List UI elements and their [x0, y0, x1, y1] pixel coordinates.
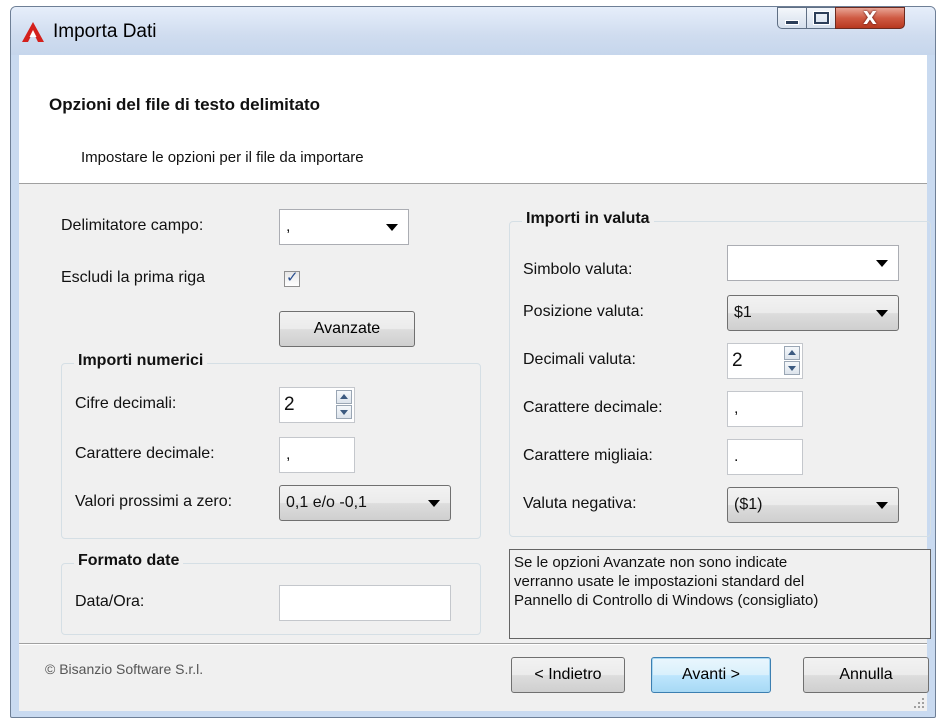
copyright-text: © Bisanzio Software S.r.l. — [45, 661, 204, 677]
chevron-down-icon — [876, 260, 888, 267]
skip-first-row-label: Escludi la prima riga — [61, 269, 206, 286]
currency-decimal-char-value: , — [734, 400, 739, 417]
header-subtitle: Impostare le opzioni per il file da impo… — [81, 149, 364, 166]
datetime-label: Data/Ora: — [75, 593, 145, 610]
datetime-input[interactable] — [279, 585, 451, 621]
stepper-down-icon[interactable] — [336, 405, 352, 419]
header-title: Opzioni del file di testo delimitato — [49, 95, 321, 114]
back-button[interactable]: < Indietro — [511, 657, 625, 693]
advanced-button[interactable]: Avanzate — [279, 311, 415, 347]
currency-decimals-stepper[interactable]: 2 — [727, 343, 803, 379]
currency-position-value: $1 — [734, 304, 752, 321]
stepper-up-icon[interactable] — [784, 346, 800, 360]
currency-decimal-char-label: Carattere decimale: — [523, 399, 663, 416]
negative-currency-label: Valuta negativa: — [523, 495, 637, 512]
chevron-down-icon — [428, 500, 440, 507]
cancel-button[interactable]: Annulla — [803, 657, 929, 693]
negative-currency-dropdown[interactable]: ($1) — [727, 487, 899, 523]
thousands-char-value: . — [734, 448, 739, 465]
checkmark-icon: ✓ — [286, 268, 299, 286]
skip-first-row-checkbox[interactable]: ✓ — [284, 268, 300, 287]
chevron-down-icon — [876, 502, 888, 509]
near-zero-label: Valori prossimi a zero: — [75, 493, 233, 510]
thousands-char-input[interactable]: . — [727, 439, 803, 475]
thousands-char-label: Carattere migliaia: — [523, 447, 653, 464]
minimize-icon — [785, 19, 799, 25]
decimal-char-value: , — [286, 446, 291, 463]
stepper-buttons — [784, 346, 800, 376]
currency-decimal-char-input[interactable]: , — [727, 391, 803, 427]
currency-position-label: Posizione valuta: — [523, 303, 644, 320]
close-button[interactable]: X — [835, 7, 905, 29]
next-button[interactable]: Avanti > — [651, 657, 771, 693]
chevron-down-icon — [386, 224, 398, 231]
delimiter-value: , — [286, 218, 291, 235]
currency-symbol-dropdown[interactable] — [727, 245, 899, 281]
decimal-digits-stepper[interactable]: 2 — [279, 387, 355, 423]
red-a-logo-icon — [22, 22, 44, 42]
note-line-1: Se le opzioni Avanzate non sono indicate — [514, 554, 788, 571]
import-dialog-window: Importa Dati X Opzioni del file di testo… — [10, 6, 936, 718]
currency-decimals-label: Decimali valuta: — [523, 351, 636, 368]
advanced-info-note: Se le opzioni Avanzate non sono indicate… — [509, 549, 931, 639]
currency-symbol-label: Simbolo valuta: — [523, 261, 633, 278]
currency-decimals-value: 2 — [732, 350, 743, 371]
currency-group-title: Importi in valuta — [522, 210, 654, 228]
minimize-button[interactable] — [777, 7, 807, 29]
title-bar[interactable]: Importa Dati X — [11, 7, 935, 55]
footer-separator — [19, 643, 927, 645]
date-group-title: Formato date — [74, 552, 184, 570]
stepper-down-icon[interactable] — [784, 361, 800, 375]
maximize-icon — [813, 12, 829, 24]
decimal-char-input[interactable]: , — [279, 437, 355, 473]
delimiter-dropdown[interactable]: , — [279, 209, 409, 245]
stepper-up-icon[interactable] — [336, 390, 352, 404]
delimiter-label: Delimitatore campo: — [61, 217, 204, 234]
note-line-3: Pannello di Controllo di Windows (consig… — [514, 592, 819, 609]
resize-grip-icon[interactable] — [913, 697, 925, 709]
decimal-digits-label: Cifre decimali: — [75, 395, 177, 412]
decimal-char-label: Carattere decimale: — [75, 445, 215, 462]
near-zero-dropdown[interactable]: 0,1 e/o -0,1 — [279, 485, 451, 521]
close-icon: X — [863, 7, 877, 29]
dialog-client-area: Opzioni del file di testo delimitato Imp… — [19, 55, 931, 711]
note-line-2: verranno usate le impostazioni standard … — [514, 573, 805, 590]
wizard-header: Opzioni del file di testo delimitato Imp… — [19, 55, 927, 184]
negative-currency-value: ($1) — [734, 496, 763, 513]
near-zero-value: 0,1 e/o -0,1 — [286, 494, 367, 511]
stepper-buttons — [336, 390, 352, 420]
decimal-digits-value: 2 — [284, 394, 295, 415]
numeric-group-title: Importi numerici — [74, 352, 208, 370]
currency-position-dropdown[interactable]: $1 — [727, 295, 899, 331]
maximize-button[interactable] — [806, 7, 836, 29]
window-title: Importa Dati — [53, 21, 157, 42]
chevron-down-icon — [876, 310, 888, 317]
